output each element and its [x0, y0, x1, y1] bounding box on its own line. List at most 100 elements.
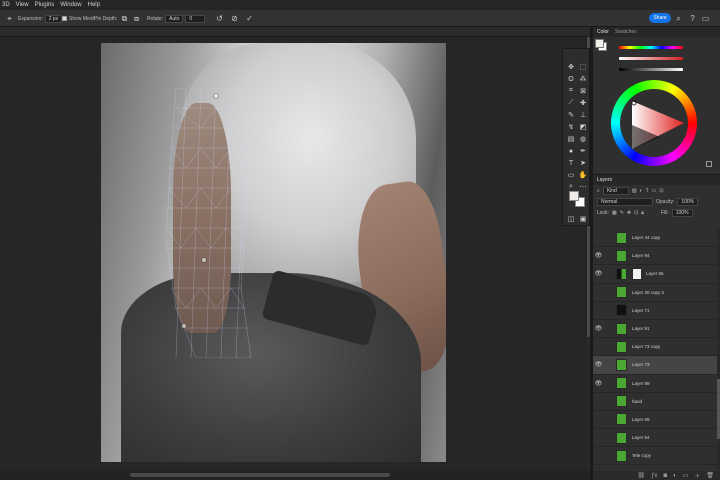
new-layer-icon[interactable]: ＋ [694, 471, 700, 480]
layer-row[interactable]: hand [593, 393, 717, 411]
pen-tool-icon[interactable]: ✒ [578, 146, 588, 156]
filter-type-icon[interactable]: T [646, 188, 649, 194]
marquee-tool-icon[interactable]: ⬚ [578, 62, 588, 72]
warp-pin-middle [201, 257, 207, 263]
crop-tool-icon[interactable]: ⌗ [566, 86, 576, 96]
lock-move-icon[interactable]: ✥ [627, 210, 631, 216]
lock-brush-icon[interactable]: ✎ [620, 210, 624, 216]
layer-row[interactable]: Layer 44 copy [593, 229, 717, 248]
filter-adjust-icon[interactable]: ◐ [640, 188, 643, 194]
layer-row[interactable]: Layer 71 [593, 302, 717, 320]
color-wheel[interactable] [611, 80, 697, 166]
search-icon[interactable]: ⌕ [673, 13, 684, 24]
gradient-tool-icon[interactable]: ▤ [566, 134, 576, 144]
foreground-color-swatch[interactable] [569, 191, 579, 201]
visibility-eye-icon[interactable]: 👁︎ [593, 380, 604, 387]
layer-style-icon[interactable]: ƒx [651, 473, 657, 479]
dodge-tool-icon[interactable]: ● [566, 146, 576, 156]
delete-layer-icon[interactable]: 🗑︎ [706, 472, 714, 479]
layer-kind-filter[interactable]: Kind [602, 186, 629, 195]
lock-all-icon[interactable]: 🔒︎ [641, 210, 644, 216]
screen-mode-icon[interactable]: ▣ [578, 214, 588, 224]
tab-swatches[interactable]: Swatches [615, 29, 637, 35]
share-button[interactable]: Share [649, 13, 671, 23]
lasso-tool-icon[interactable]: ʘ [566, 74, 576, 84]
pin-forward-icon[interactable]: ⧉ [119, 13, 130, 24]
blur-tool-icon[interactable]: ◍ [578, 134, 588, 144]
layer-row[interactable]: Layer 64 [593, 429, 717, 448]
menu-window[interactable]: Window [60, 2, 81, 8]
menu-help[interactable]: Help [88, 2, 100, 8]
menu-view[interactable]: View [16, 2, 29, 8]
menu-plugins[interactable]: Plugins [35, 2, 55, 8]
layer-row[interactable]: 👁︎ Layer 91 [593, 320, 717, 339]
layer-row[interactable]: Tele copy [593, 447, 717, 466]
link-layers-icon[interactable]: ⛓︎ [637, 472, 645, 479]
visibility-eye-icon[interactable]: 👁︎ [593, 361, 604, 368]
adjustment-layer-icon[interactable]: ◐ [673, 473, 677, 479]
opacity-input[interactable]: 100% [677, 197, 699, 206]
move-tool-icon[interactable]: ✥ [566, 62, 576, 72]
puppet-warp-mesh[interactable] [156, 88, 256, 358]
color-triangle[interactable] [620, 89, 688, 157]
tool-preset-icon[interactable]: ⌖ [4, 13, 15, 24]
filter-pixel-icon[interactable]: ▨ [632, 188, 637, 194]
expansion-input[interactable]: 2 px [44, 14, 63, 23]
scroll-thumb[interactable] [130, 473, 390, 477]
pin-backward-icon[interactable]: ⧈ [131, 13, 142, 24]
saturation-slider[interactable] [619, 57, 683, 60]
layer-row[interactable]: Layer 73 copy [593, 338, 717, 357]
eyedropper-tool-icon[interactable]: ⟋ [566, 98, 576, 108]
canvas-horizontal-scrollbar[interactable] [0, 470, 590, 480]
color-fg-chip[interactable] [595, 39, 604, 48]
show-mesh-checkbox[interactable] [62, 16, 67, 21]
layer-row[interactable]: Layer 65 [593, 411, 717, 430]
stamp-tool-icon[interactable]: ⊥ [578, 110, 588, 120]
undo-icon[interactable]: ↺ [214, 13, 225, 24]
hand-tool-icon[interactable]: ✋ [578, 170, 588, 180]
history-brush-tool-icon[interactable]: ↯ [566, 122, 576, 132]
layer-row[interactable]: Layer 30 copy 2 [593, 284, 717, 302]
workspace-icon[interactable]: ▭ [700, 13, 711, 24]
layer-row-selected[interactable]: 👁︎ Layer 73 [593, 356, 717, 375]
fill-input[interactable]: 100% [671, 208, 693, 217]
layer-row[interactable]: 👁︎ Layer 89 [593, 375, 717, 393]
check-icon[interactable]: ✓ [244, 13, 255, 24]
cancel-icon[interactable]: ⊘ [229, 13, 240, 24]
filter-shape-icon[interactable]: ▭ [652, 188, 657, 194]
frame-tool-icon[interactable]: ⊠ [578, 86, 588, 96]
rotate-mode-select[interactable]: Auto [165, 14, 184, 23]
layer-name: Layer 56 [646, 271, 664, 277]
layer-row[interactable]: 👁︎ Layer 56 [593, 265, 717, 284]
visibility-eye-icon[interactable]: 👁︎ [593, 325, 604, 332]
more-tools-icon[interactable]: ⋯ [578, 182, 588, 192]
type-tool-icon[interactable]: T [566, 158, 576, 168]
shape-tool-icon[interactable]: ▭ [566, 170, 576, 180]
layer-row[interactable]: 👁︎ Layer 94 [593, 247, 717, 266]
quick-mask-icon[interactable]: ◫ [566, 214, 576, 224]
visibility-eye-icon[interactable]: 👁︎ [593, 252, 604, 259]
lock-artboard-icon[interactable]: ⊡ [634, 210, 638, 216]
filter-smart-icon[interactable]: ⊡ [659, 188, 663, 194]
path-selection-tool-icon[interactable]: ➤ [578, 158, 588, 168]
healing-tool-icon[interactable]: ✚ [578, 98, 588, 108]
blend-mode-select[interactable]: Normal [597, 197, 653, 206]
help-icon[interactable]: ? [687, 13, 698, 24]
layer-mask-thumbnail[interactable] [632, 267, 642, 280]
brightness-slider[interactable] [619, 68, 683, 71]
document-canvas[interactable] [101, 43, 446, 462]
tab-color[interactable]: Color [597, 29, 609, 35]
tab-layers[interactable]: Layers [593, 175, 720, 185]
menu-3d[interactable]: 3D [2, 2, 10, 8]
hue-slider[interactable] [619, 46, 683, 49]
add-mask-icon[interactable]: ◙ [663, 473, 667, 479]
eraser-tool-icon[interactable]: ◩ [578, 122, 588, 132]
brush-tool-icon[interactable]: ✎ [566, 110, 576, 120]
canvas-area[interactable] [0, 37, 590, 470]
rotate-angle-input[interactable]: 0 [185, 14, 206, 23]
new-group-icon[interactable]: ▭ [683, 472, 689, 479]
lock-pixels-icon[interactable]: ▦ [612, 210, 617, 216]
magic-wand-tool-icon[interactable]: ⁂ [578, 74, 588, 84]
visibility-eye-icon[interactable]: 👁︎ [593, 270, 604, 277]
color-options-icon[interactable] [706, 161, 712, 167]
